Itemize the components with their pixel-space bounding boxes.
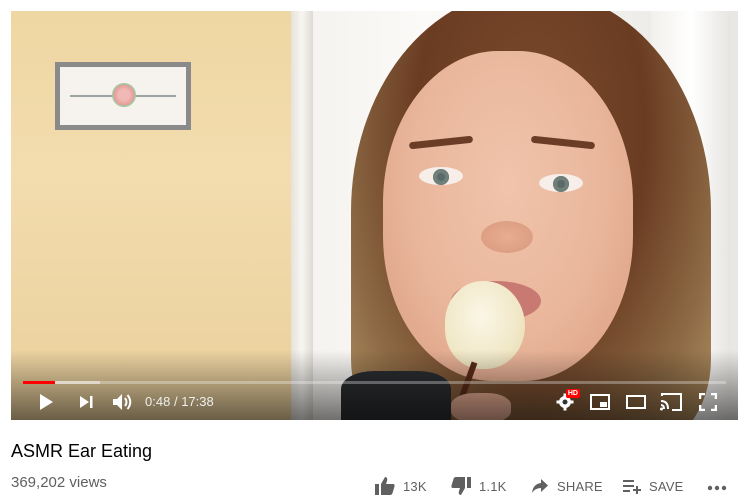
current-time: 0:48 bbox=[145, 394, 171, 409]
miniplayer-button[interactable] bbox=[589, 391, 611, 413]
person-nose bbox=[481, 221, 533, 253]
more-horizontal-icon bbox=[707, 479, 727, 494]
like-button[interactable]: 13K bbox=[375, 475, 427, 497]
video-player[interactable]: 0:48 / 17:38 HD bbox=[11, 11, 738, 420]
save-button[interactable]: SAVE bbox=[623, 475, 684, 497]
time-display: 0:48 / 17:38 bbox=[145, 394, 214, 409]
like-count: 13K bbox=[403, 478, 427, 494]
share-label: SHARE bbox=[557, 478, 603, 494]
save-label: SAVE bbox=[649, 478, 684, 494]
cast-icon bbox=[660, 393, 682, 411]
settings-gear-icon: HD bbox=[556, 389, 580, 411]
dislike-button[interactable]: 1.1K bbox=[451, 475, 507, 497]
thumbs-down-icon bbox=[451, 477, 471, 495]
play-button[interactable] bbox=[35, 391, 57, 413]
right-eye bbox=[539, 174, 583, 192]
next-button[interactable] bbox=[75, 391, 97, 413]
duration: 17:38 bbox=[181, 394, 214, 409]
video-frame[interactable] bbox=[11, 11, 738, 420]
miniplayer-icon bbox=[590, 394, 610, 410]
volume-icon bbox=[112, 393, 134, 411]
left-eye bbox=[419, 167, 463, 185]
theater-mode-icon bbox=[626, 395, 646, 409]
next-icon bbox=[78, 394, 94, 410]
dislike-count: 1.1K bbox=[479, 478, 507, 494]
wall-picture-frame bbox=[55, 62, 191, 130]
fullscreen-button[interactable] bbox=[697, 391, 719, 413]
share-arrow-icon bbox=[531, 478, 549, 494]
progress-bar[interactable] bbox=[23, 381, 726, 384]
theater-mode-button[interactable] bbox=[625, 391, 647, 413]
cast-button[interactable] bbox=[659, 391, 683, 413]
volume-button[interactable] bbox=[111, 391, 135, 413]
settings-button[interactable]: HD bbox=[554, 389, 580, 413]
view-count: 369,202 views bbox=[11, 474, 107, 491]
progress-played bbox=[23, 381, 55, 384]
fullscreen-icon bbox=[699, 393, 717, 411]
hd-badge: HD bbox=[565, 389, 580, 398]
video-title: ASMR Ear Eating bbox=[11, 441, 153, 461]
more-actions-button[interactable] bbox=[707, 475, 727, 497]
thumbs-up-icon bbox=[375, 477, 395, 495]
playlist-add-icon bbox=[623, 478, 641, 494]
time-separator: / bbox=[173, 394, 178, 409]
share-button[interactable]: SHARE bbox=[531, 475, 603, 497]
play-icon bbox=[38, 393, 54, 411]
